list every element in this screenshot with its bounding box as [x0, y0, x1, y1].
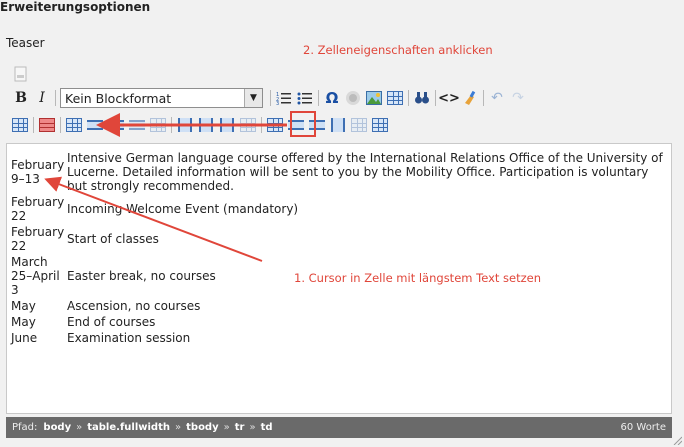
annotation-step-1: 1. Cursor in Zelle mit längstem Text set…	[294, 271, 542, 285]
annotation-arrows	[44, 113, 287, 262]
breadcrumb-separator: »	[175, 422, 182, 433]
word-count: 60 Worte	[620, 422, 666, 433]
breadcrumb-item[interactable]: td	[261, 422, 273, 433]
breadcrumb-separator: »	[76, 422, 83, 433]
breadcrumb-separator: »	[249, 422, 256, 433]
breadcrumb-item[interactable]: tbody	[186, 422, 219, 433]
path-label: Pfad:	[12, 422, 38, 433]
path-bar: Pfad: body » table.fullwidth » tbody » tr » td 6…	[6, 417, 672, 438]
breadcrumb-item[interactable]: table.fullwidth	[87, 422, 170, 433]
arrow-to-cell	[44, 176, 263, 262]
breadcrumb-separator: »	[223, 422, 230, 433]
breadcrumb-item[interactable]: tr	[235, 422, 245, 433]
breadcrumb-item[interactable]: body	[43, 422, 71, 433]
resize-handle-icon[interactable]	[672, 435, 682, 445]
